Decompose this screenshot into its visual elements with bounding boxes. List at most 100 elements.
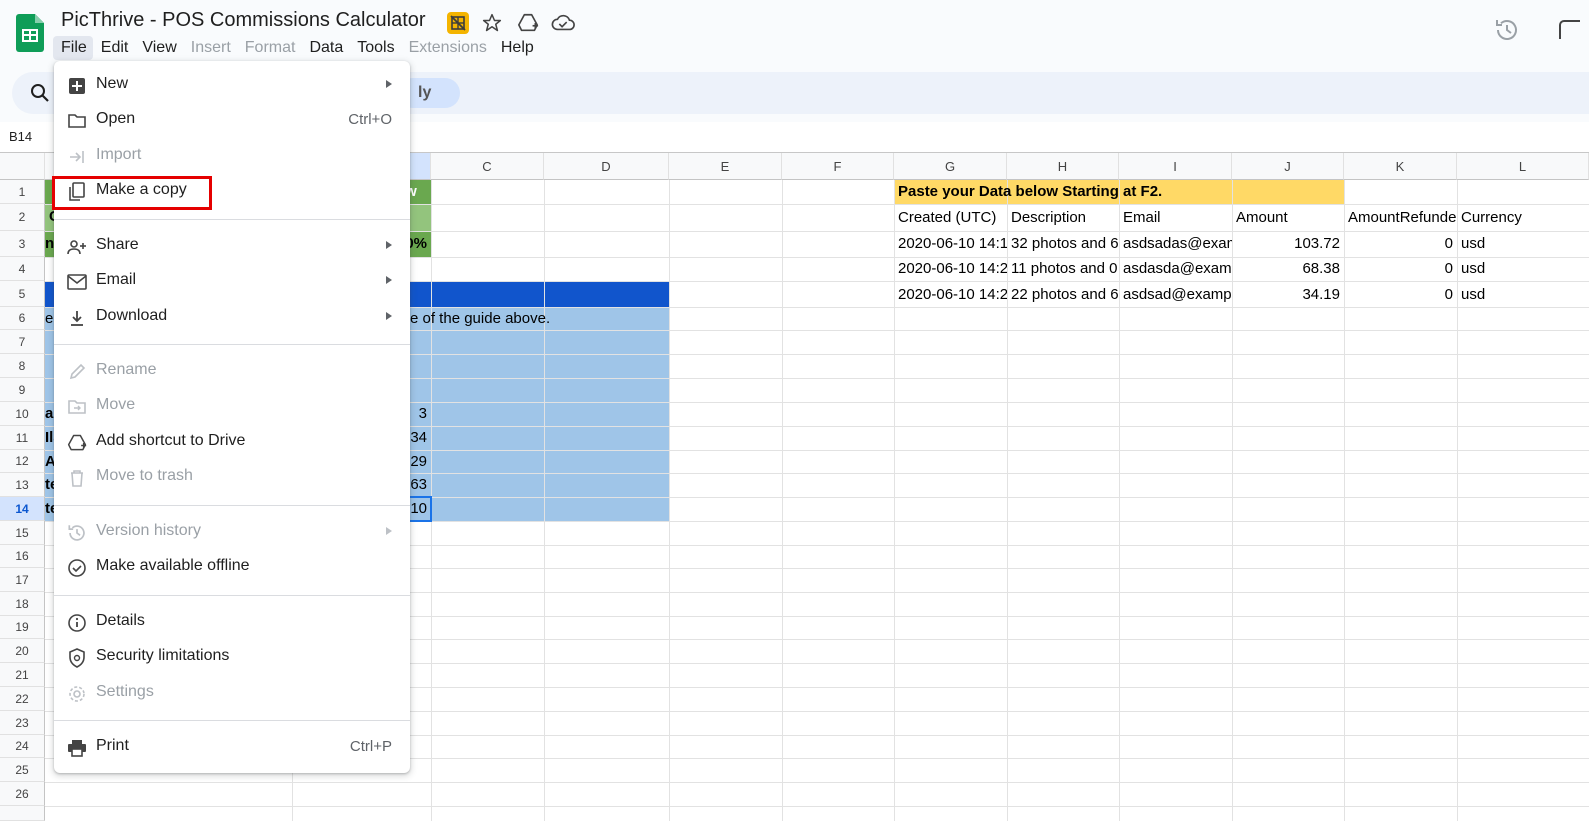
- menu-item-add-shortcut[interactable]: Add shortcut to Drive: [54, 424, 410, 460]
- row-header[interactable]: 8: [0, 354, 45, 378]
- data-cell[interactable]: usd: [1457, 233, 1589, 255]
- menu-format[interactable]: Format: [237, 36, 302, 60]
- menu-file[interactable]: File: [53, 36, 93, 60]
- data-cell[interactable]: usd: [1457, 284, 1589, 306]
- menu-item-share[interactable]: Share: [54, 228, 410, 264]
- row-header[interactable]: 4: [0, 257, 45, 281]
- menu-view[interactable]: View: [134, 36, 182, 60]
- menu-data[interactable]: Data: [301, 36, 349, 60]
- menu-tools[interactable]: Tools: [349, 36, 400, 60]
- header-cell[interactable]: AmountRefunded: [1344, 207, 1457, 229]
- data-cell[interactable]: 0: [1344, 233, 1457, 255]
- data-cell[interactable]: 11 photos and 0: [1007, 258, 1119, 280]
- row-header[interactable]: 25: [0, 758, 45, 782]
- column-header-j[interactable]: J: [1232, 153, 1344, 180]
- row-header[interactable]: 21: [0, 663, 45, 687]
- data-cell[interactable]: 34.19: [1232, 284, 1344, 306]
- comments-icon[interactable]: [1556, 17, 1582, 43]
- row-header[interactable]: 17: [0, 568, 45, 592]
- data-cell[interactable]: 22 photos and 6: [1007, 284, 1119, 306]
- move-to-drive-icon[interactable]: [516, 11, 540, 35]
- row-header[interactable]: 10: [0, 402, 45, 426]
- row-header[interactable]: 23: [0, 711, 45, 735]
- menu-item-email[interactable]: Email: [54, 263, 410, 299]
- header-cell[interactable]: Created (UTC): [894, 207, 1007, 229]
- menu-item-rename[interactable]: Rename: [54, 353, 410, 389]
- column-header-e[interactable]: E: [669, 153, 782, 180]
- menu-item-security-limitations[interactable]: Security limitations: [54, 639, 410, 675]
- column-header-i[interactable]: I: [1119, 153, 1232, 180]
- column-header-k[interactable]: K: [1344, 153, 1457, 180]
- search-menus-icon[interactable]: [30, 83, 50, 103]
- menu-item-settings[interactable]: Settings: [54, 675, 410, 711]
- row-header[interactable]: 7: [0, 330, 45, 354]
- name-box[interactable]: B14: [9, 129, 32, 144]
- row-header[interactable]: 12: [0, 450, 45, 473]
- menu-extensions[interactable]: Extensions: [401, 36, 493, 60]
- data-cell[interactable]: 2020-06-10 14:25: [894, 284, 1007, 306]
- header-cell[interactable]: Email: [1119, 207, 1232, 229]
- column-header-c[interactable]: C: [431, 153, 544, 180]
- menu-insert[interactable]: Insert: [183, 36, 237, 60]
- data-cell[interactable]: asdsad@example.com: [1119, 284, 1232, 306]
- column-header-h[interactable]: H: [1007, 153, 1119, 180]
- data-cell[interactable]: usd: [1457, 258, 1589, 280]
- menu-item-download[interactable]: Download: [54, 299, 410, 335]
- cloud-saved-icon[interactable]: [551, 11, 575, 35]
- row-header[interactable]: 20: [0, 639, 45, 663]
- row-header[interactable]: 9: [0, 378, 45, 402]
- row-header[interactable]: 1: [0, 180, 45, 204]
- drive-shortcut-icon: [66, 432, 88, 454]
- row-header[interactable]: 6: [0, 307, 45, 330]
- row-header-selected[interactable]: 14: [0, 497, 45, 521]
- cell-g1[interactable]: Paste your Data below Starting at F2.: [894, 181, 1344, 203]
- row-header[interactable]: 11: [0, 426, 45, 450]
- data-cell[interactable]: 2020-06-10 14:18: [894, 233, 1007, 255]
- document-title[interactable]: PicThrive - POS Commissions Calculator: [61, 9, 426, 32]
- row-header[interactable]: 5: [0, 281, 45, 307]
- menu-item-details[interactable]: Details: [54, 604, 410, 640]
- sheets-logo-icon[interactable]: [16, 14, 44, 52]
- column-header-l[interactable]: L: [1457, 153, 1589, 180]
- data-cell[interactable]: 32 photos and 6: [1007, 233, 1119, 255]
- menu-item-open[interactable]: Open Ctrl+O: [54, 102, 410, 138]
- star-icon[interactable]: [480, 11, 504, 35]
- header-cell[interactable]: Description: [1007, 207, 1119, 229]
- row-header[interactable]: 18: [0, 592, 45, 616]
- row-header[interactable]: 3: [0, 231, 45, 257]
- row-header[interactable]: 26: [0, 782, 45, 806]
- row-header[interactable]: 2: [0, 204, 45, 231]
- row-header[interactable]: 16: [0, 545, 45, 568]
- row-header[interactable]: 19: [0, 616, 45, 639]
- row-header[interactable]: 24: [0, 735, 45, 758]
- data-cell[interactable]: 0: [1344, 284, 1457, 306]
- menu-item-new[interactable]: New: [54, 67, 410, 103]
- header-cell[interactable]: Amount: [1232, 207, 1344, 229]
- data-cell[interactable]: 2020-06-10 14:22: [894, 258, 1007, 280]
- column-header-d[interactable]: D: [544, 153, 669, 180]
- column-header-f[interactable]: F: [782, 153, 894, 180]
- menu-help[interactable]: Help: [493, 36, 540, 60]
- version-history-icon[interactable]: [1494, 17, 1520, 43]
- data-cell[interactable]: asdasda@example.com: [1119, 258, 1232, 280]
- data-cell[interactable]: 0: [1344, 258, 1457, 280]
- row-header[interactable]: 22: [0, 687, 45, 711]
- menu-edit[interactable]: Edit: [93, 36, 135, 60]
- row-header[interactable]: 15: [0, 521, 45, 545]
- menu-item-print[interactable]: Print Ctrl+P: [54, 729, 410, 765]
- menu-item-version-history[interactable]: Version history: [54, 514, 410, 550]
- column-header-g[interactable]: G: [894, 153, 1007, 180]
- cell-b6[interactable]: e of the guide above.: [406, 308, 669, 330]
- data-cell[interactable]: 103.72: [1232, 233, 1344, 255]
- row-header[interactable]: 13: [0, 473, 45, 497]
- submenu-arrow-icon: [386, 80, 392, 88]
- menu-item-move-to-trash[interactable]: Move to trash: [54, 459, 410, 495]
- header-cell[interactable]: Currency: [1457, 207, 1589, 229]
- no-access-icon[interactable]: [446, 11, 470, 35]
- select-all-corner[interactable]: [0, 153, 45, 180]
- data-cell[interactable]: 68.38: [1232, 258, 1344, 280]
- menu-item-import[interactable]: Import: [54, 138, 410, 174]
- menu-item-move[interactable]: Move: [54, 388, 410, 424]
- data-cell[interactable]: asdsadas@example.com: [1119, 233, 1232, 255]
- menu-item-make-available-offline[interactable]: Make available offline: [54, 549, 410, 585]
